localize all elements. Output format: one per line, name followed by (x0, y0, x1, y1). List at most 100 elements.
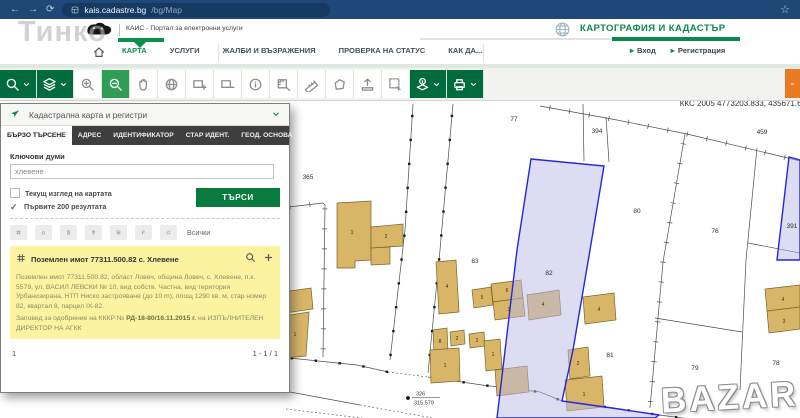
zoom-to-result-icon[interactable] (245, 250, 256, 268)
feedback-button[interactable] (785, 69, 800, 98)
building-footprint[interactable] (371, 247, 390, 265)
survey-dot (410, 139, 412, 141)
select-button[interactable] (382, 70, 410, 98)
nav-item-как-да-[interactable]: КАК ДА... (448, 46, 482, 55)
back-icon[interactable]: ← (10, 0, 20, 19)
nav-link-регистрация[interactable]: Регистрация (671, 46, 726, 55)
survey-dot (446, 163, 448, 165)
parcel-boundary (606, 117, 609, 162)
forward-icon[interactable]: → (28, 0, 38, 19)
survey-dot (449, 139, 451, 141)
chev-icon (22, 80, 31, 89)
survey-dot (408, 163, 410, 165)
layers-button[interactable] (37, 70, 74, 98)
nav-item-карта[interactable]: КАРТА (122, 46, 147, 55)
parcel-number: 80 (633, 208, 641, 215)
filter-building-button[interactable] (60, 225, 77, 240)
filter-all-label[interactable]: Всички (187, 228, 210, 237)
measure-distance-button[interactable] (298, 70, 326, 98)
survey-dot (451, 115, 453, 117)
address-bar[interactable]: kais.cadastre.bg /bg/Map (62, 3, 330, 17)
parcel-number: 81 (606, 352, 614, 359)
survey-dot (389, 354, 391, 356)
building-number: 1 (583, 392, 586, 398)
parcel-boundary (583, 104, 584, 161)
chev-icon (59, 80, 68, 89)
survey-dot (392, 330, 394, 332)
filter-icons (10, 225, 177, 240)
url-path: /bg/Map (151, 5, 182, 15)
search-icon (5, 77, 20, 92)
print-button[interactable] (447, 70, 484, 98)
account-nav: Вход Регистрация (630, 46, 725, 55)
reload-icon[interactable]: ⟳ (46, 0, 54, 19)
home-icon[interactable] (92, 45, 106, 64)
tab-бързо-търсене[interactable]: БЪРЗО ТЪРСЕНЕ (1, 126, 72, 145)
parcel-boundary (655, 318, 742, 332)
checkbox-checked-icon[interactable] (10, 203, 19, 211)
building-number: 1 (294, 332, 297, 338)
nav-item-услуги[interactable]: УСЛУГИ (170, 46, 200, 55)
tab-геод-основа[interactable]: ГЕОД. ОСНОВА (235, 126, 298, 145)
filter-grid-button[interactable] (10, 225, 27, 240)
building-number: 4 (598, 307, 601, 313)
tab-стар-идент-[interactable]: СТАР ИДЕНТ. (180, 126, 236, 145)
identify-icon (415, 77, 430, 92)
bookmark-star-icon[interactable]: ☆ (780, 3, 790, 16)
panel-tabs: БЪРЗО ТЪРСЕНЕАДРЕСИДЕНТИФИКАТОРСТАР ИДЕН… (1, 126, 289, 145)
boundary-tick (674, 183, 679, 184)
full-extent-button[interactable] (158, 70, 186, 98)
building-icon (66, 227, 71, 238)
first-200-label: Първите 200 резултата (24, 202, 106, 211)
current-view-checkbox-row[interactable]: Текущ изглед на картата (10, 188, 112, 198)
zoom-out-button[interactable] (102, 70, 130, 98)
boundary-tick (671, 203, 676, 204)
draw-polygon-button[interactable] (326, 70, 354, 98)
chev-icon (469, 80, 478, 89)
nav-item-проверка-на-статус[interactable]: ПРОВЕРКА НА СТАТУС (339, 46, 426, 55)
page-number[interactable]: 1 (12, 349, 16, 358)
search-result-item[interactable]: Поземлен имот 77311.500.82 с. Хлевене По… (10, 246, 280, 339)
upload-button[interactable] (354, 70, 382, 98)
object-info-button[interactable] (242, 70, 270, 98)
chev-icon (432, 80, 441, 89)
panel-chevron-down-icon[interactable] (271, 106, 281, 124)
filter-flag-button[interactable] (135, 225, 152, 240)
building-number: 3 (508, 307, 511, 313)
globe-icon (164, 77, 179, 92)
search-tools-button[interactable] (0, 70, 37, 98)
building-footprint[interactable] (337, 201, 371, 268)
parcel-number: 394 (592, 128, 603, 135)
nav-link-вход[interactable]: Вход (630, 46, 656, 55)
panel-header[interactable]: Кадастрална карта и регистри (1, 104, 289, 126)
search-button[interactable]: ТЪРСИ (196, 188, 280, 207)
filter-home-button[interactable] (35, 225, 52, 240)
building-number: 1 (351, 230, 354, 236)
survey-dot (398, 282, 400, 284)
add-result-icon[interactable] (263, 250, 274, 268)
filter-layers-button[interactable] (110, 225, 127, 240)
zoom-in-button[interactable] (74, 70, 102, 98)
survey-dot (411, 115, 413, 117)
current-view-label: Текущ изглед на картата (25, 189, 112, 198)
poly-icon (166, 227, 171, 238)
measure-area-button[interactable] (270, 70, 298, 98)
selected-parcel[interactable] (777, 157, 800, 260)
filter-pin-button[interactable] (85, 225, 102, 240)
result-order: Заповед за одобрение на КККР № РД-18-80/… (16, 314, 274, 333)
first-200-checkbox-row[interactable]: Първите 200 резултата (10, 202, 112, 211)
tab-адрес[interactable]: АДРЕС (72, 126, 108, 145)
nav-item-жалби-и-възражения[interactable]: ЖАЛБИ И ВЪЗРАЖЕНИЯ (223, 46, 316, 55)
survey-dot (442, 210, 444, 212)
keywords-input[interactable] (10, 164, 274, 179)
zoom-window-out-button[interactable] (214, 70, 242, 98)
pan-button[interactable] (130, 70, 158, 98)
zoom-window-in-button[interactable] (186, 70, 214, 98)
filter-poly-button[interactable] (160, 225, 177, 240)
boundary-tick (608, 116, 609, 121)
building-number: 2 (456, 336, 459, 342)
panel-title: Кадастрална карта и регистри (29, 110, 147, 120)
tab-идентификатор[interactable]: ИДЕНТИФИКАТОР (107, 126, 179, 145)
identify-button[interactable] (410, 70, 447, 98)
checkbox-unchecked[interactable] (10, 188, 20, 198)
